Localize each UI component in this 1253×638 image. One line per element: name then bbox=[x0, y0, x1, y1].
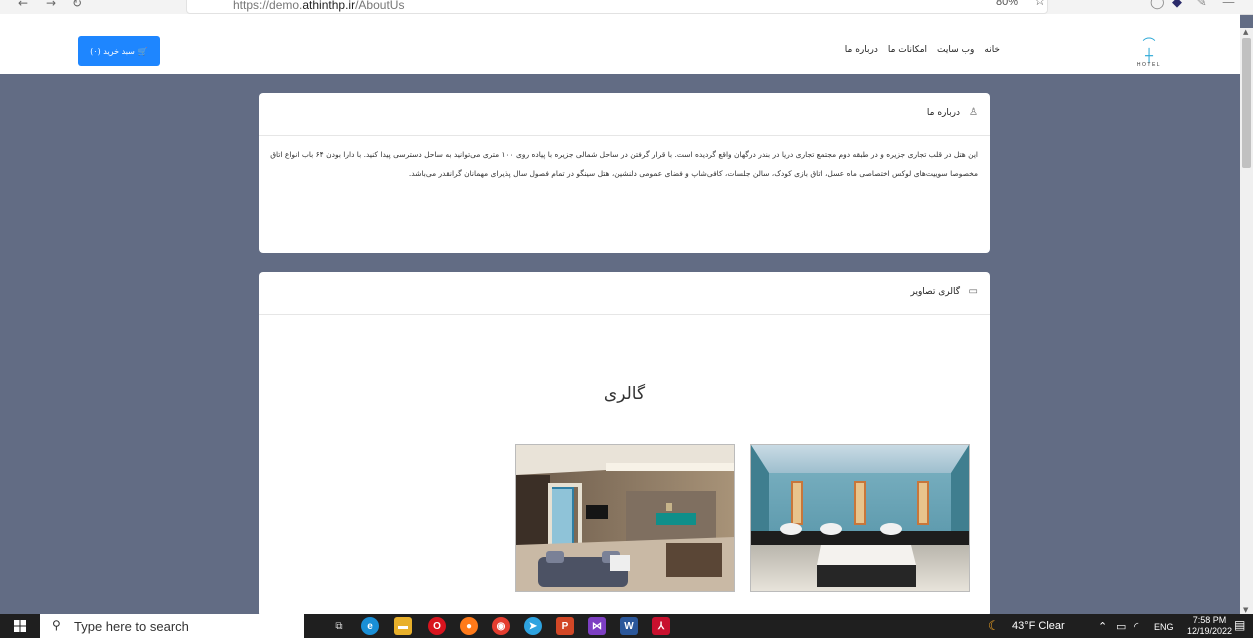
menu-item-about[interactable]: درباره ما bbox=[845, 45, 878, 55]
file-explorer-icon[interactable]: ▬ bbox=[394, 617, 412, 635]
extension-icon[interactable]: ◆ bbox=[1172, 0, 1182, 10]
task-view-icon[interactable]: ⧉ bbox=[330, 617, 348, 635]
menu-item-home[interactable]: خانه bbox=[984, 45, 1000, 55]
chrome-icon[interactable]: ◉ bbox=[492, 617, 510, 635]
cart-label: سبد خرید (۰) bbox=[90, 46, 135, 56]
url-text: https://demo.athinthp.ir/AboutUs bbox=[233, 0, 405, 12]
gallery-heading: گالری bbox=[603, 384, 646, 404]
gallery-icon: ▭ bbox=[968, 286, 978, 297]
main-menu: خانه وب سایت امکانات ما درباره ما bbox=[845, 45, 1000, 55]
gallery-title: گالری تصاویر bbox=[910, 287, 960, 297]
hotel-logo[interactable]: ⌒ ┼ HOTEL bbox=[1134, 38, 1164, 68]
weather-text[interactable]: 43°F Clear bbox=[1012, 620, 1065, 632]
browser-toolbar: ← → ↻ https://demo.athinthp.ir/AboutUs 8… bbox=[0, 0, 1253, 15]
address-bar[interactable]: https://demo.athinthp.ir/AboutUs bbox=[186, 0, 1048, 14]
about-text: این هتل در قلب تجاری جزیره و در طبقه دوم… bbox=[270, 150, 978, 178]
gallery-card-header: ▭ گالری تصاویر bbox=[259, 272, 990, 315]
back-icon[interactable]: ← bbox=[18, 0, 28, 10]
search-icon: ⚲ bbox=[52, 618, 61, 632]
scroll-down-icon[interactable]: ▼ bbox=[1243, 606, 1248, 614]
taskbar-clock[interactable]: 7:58 PM 12/19/2022 bbox=[1187, 615, 1232, 637]
firefox-icon[interactable]: ● bbox=[460, 617, 478, 635]
cart-icon: 🛒 bbox=[137, 46, 148, 56]
windows-start-icon[interactable] bbox=[14, 620, 26, 632]
tray-chevron-icon[interactable]: ⌃ bbox=[1098, 620, 1107, 633]
weather-icon: ☾ bbox=[988, 618, 1000, 633]
search-placeholder: Type here to search bbox=[74, 619, 189, 634]
zoom-level[interactable]: 80% bbox=[996, 0, 1018, 8]
account-icon[interactable]: ◯ bbox=[1150, 0, 1165, 10]
acrobat-icon[interactable]: ⅄ bbox=[652, 617, 670, 635]
opera-icon[interactable]: O bbox=[428, 617, 446, 635]
scrollbar-thumb[interactable] bbox=[1242, 38, 1251, 168]
user-icon: ♙ bbox=[969, 107, 978, 118]
telegram-icon[interactable]: ➤ bbox=[524, 617, 542, 635]
windows-taskbar: ⚲ Type here to search ⧉ e ▬ O ● ◉ ➤ P ⋈ … bbox=[0, 614, 1253, 638]
word-icon[interactable]: W bbox=[620, 617, 638, 635]
menu-icon[interactable]: — bbox=[1222, 0, 1235, 10]
gallery-image-room[interactable] bbox=[515, 444, 735, 592]
scroll-up-icon[interactable]: ▲ bbox=[1243, 28, 1248, 36]
network-icon[interactable]: ▭ bbox=[1116, 620, 1126, 633]
taskbar-search[interactable]: ⚲ Type here to search bbox=[40, 614, 304, 638]
forward-icon[interactable]: → bbox=[46, 0, 56, 10]
page-scrollbar[interactable]: ▲ ▼ bbox=[1240, 28, 1253, 614]
visual-studio-icon[interactable]: ⋈ bbox=[588, 617, 606, 635]
reload-icon[interactable]: ↻ bbox=[72, 0, 82, 10]
about-card-header: ♙ درباره ما bbox=[259, 93, 990, 136]
logo-mark-icon: ⌒ ┼ bbox=[1142, 38, 1156, 64]
gallery-card: ▭ گالری تصاویر گالری bbox=[259, 272, 990, 617]
menu-item-facilities[interactable]: امکانات ما bbox=[888, 45, 927, 55]
language-indicator[interactable]: ENG bbox=[1154, 622, 1174, 632]
extensions-puzzle-icon[interactable]: ✎ bbox=[1196, 0, 1207, 10]
menu-item-website[interactable]: وب سایت bbox=[937, 45, 974, 55]
wifi-icon[interactable]: ◜ bbox=[1134, 620, 1138, 633]
site-header: 🛒 سبد خرید (۰) خانه وب سایت امکانات ما د… bbox=[0, 14, 1240, 74]
gallery-image-spa[interactable] bbox=[750, 444, 970, 592]
about-title: درباره ما bbox=[926, 108, 960, 118]
cart-button[interactable]: 🛒 سبد خرید (۰) bbox=[78, 36, 160, 66]
powerpoint-icon[interactable]: P bbox=[556, 617, 574, 635]
edge-icon[interactable]: e bbox=[361, 617, 379, 635]
notifications-icon[interactable]: ▤ bbox=[1234, 618, 1245, 632]
bookmark-star-icon[interactable]: ☆ bbox=[1034, 0, 1046, 9]
about-card: ♙ درباره ما این هتل در قلب تجاری جزیره و… bbox=[259, 93, 990, 253]
